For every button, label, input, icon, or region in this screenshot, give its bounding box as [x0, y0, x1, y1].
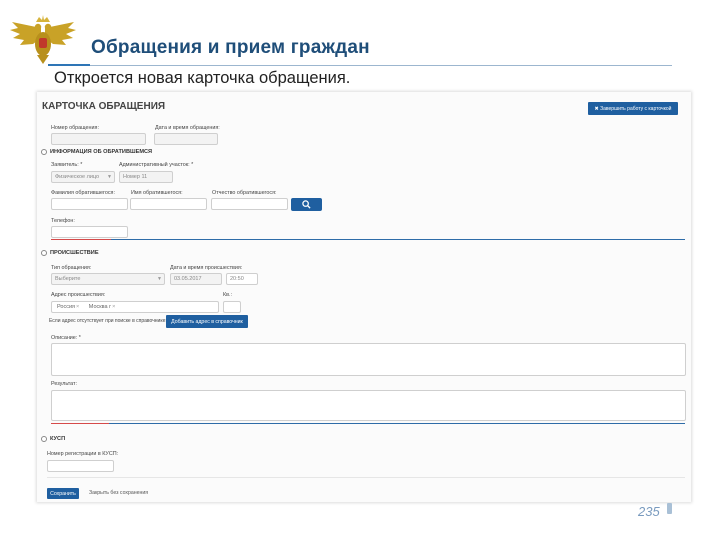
- card-title: КАРТОЧКА ОБРАЩЕНИЯ: [42, 101, 166, 112]
- description-label: Описание: *: [51, 335, 81, 341]
- address-hint: Если адрес отсутствует при поиске в спра…: [49, 318, 167, 324]
- applicant-select[interactable]: Физическое лицо ▼: [51, 171, 115, 183]
- kusp-registration-label: Номер регистрации в КУСП:: [47, 451, 119, 457]
- kusp-section-title: КУСП: [50, 436, 66, 442]
- incident-address-label: Адрес происшествия:: [51, 292, 106, 298]
- district-field[interactable]: Номер 11: [119, 171, 173, 183]
- search-button[interactable]: [291, 198, 322, 211]
- chevron-down-icon: ▼: [107, 174, 112, 180]
- surname-label: Фамилия обратившегося:: [51, 190, 115, 196]
- section-divider: [111, 239, 685, 240]
- incident-section-header[interactable]: ПРОИСШЕСТВИЕ: [41, 250, 99, 256]
- incident-date-field[interactable]: 03.05.2017: [170, 273, 222, 285]
- appeal-datetime-field[interactable]: [154, 133, 218, 145]
- close-without-saving-link[interactable]: Закрыть без сохранения: [89, 490, 148, 496]
- required-underline: [51, 423, 109, 424]
- name-label: Имя обратившегося:: [131, 190, 183, 196]
- apartment-field[interactable]: [223, 301, 241, 313]
- appeal-number-label: Номер обращения:: [51, 125, 99, 131]
- applicant-section-header[interactable]: ИНФОРМАЦИЯ ОБ ОБРАТИВШЕМСЯ: [41, 149, 152, 155]
- patronymic-field[interactable]: [211, 198, 288, 210]
- result-textarea[interactable]: [51, 390, 686, 421]
- section-divider: [109, 423, 685, 424]
- search-icon: [302, 200, 311, 209]
- appeal-number-field[interactable]: [51, 133, 146, 145]
- applicant-section-radio[interactable]: [41, 149, 47, 155]
- kusp-section-radio[interactable]: [41, 436, 47, 442]
- finish-work-button[interactable]: ✖ Завершить работу с карточкой: [588, 102, 678, 115]
- apartment-label: Кв.:: [223, 292, 232, 298]
- phone-field[interactable]: [51, 226, 128, 238]
- required-underline: [51, 239, 111, 240]
- kusp-section-header[interactable]: КУСП: [41, 436, 65, 442]
- phone-label: Телефон:: [51, 218, 75, 224]
- title-divider: [48, 65, 672, 66]
- footer-divider: [47, 477, 685, 478]
- name-field[interactable]: [130, 198, 207, 210]
- appeal-type-select[interactable]: Выберите ▼: [51, 273, 165, 285]
- incident-address-field[interactable]: Россия× Москва г×: [51, 301, 219, 313]
- save-button[interactable]: Сохранить: [47, 488, 79, 499]
- chevron-down-icon: ▼: [157, 276, 162, 282]
- kusp-registration-field[interactable]: [47, 460, 114, 472]
- district-label: Административный участок: *: [119, 162, 194, 168]
- appeal-type-label: Тип обращения:: [51, 265, 92, 271]
- patronymic-label: Отчество обратившегося:: [212, 190, 277, 196]
- incident-section-title: ПРОИСШЕСТВИЕ: [50, 250, 99, 256]
- page-number: 235: [638, 504, 660, 519]
- slide-subtitle: Откроется новая карточка обращения.: [54, 69, 351, 87]
- double-headed-eagle-emblem-icon: [8, 14, 78, 66]
- description-textarea[interactable]: [51, 343, 686, 376]
- page-marker: [667, 503, 672, 514]
- title-divider-accent: [48, 64, 90, 66]
- address-tag: Москва г×: [88, 304, 116, 310]
- add-address-button[interactable]: Добавить адрес в справочник: [166, 315, 248, 328]
- incident-section-radio[interactable]: [41, 250, 47, 256]
- appeal-datetime-label: Дата и время обращения:: [155, 125, 220, 131]
- applicant-section-title: ИНФОРМАЦИЯ ОБ ОБРАТИВШЕМСЯ: [50, 149, 153, 155]
- slide-title: Обращения и прием граждан: [91, 37, 370, 58]
- applicant-label: Заявитель: *: [51, 162, 83, 168]
- appeal-card-screenshot: КАРТОЧКА ОБРАЩЕНИЯ ✖ Завершить работу с …: [37, 92, 691, 502]
- address-tag: Россия×: [57, 304, 80, 310]
- surname-field[interactable]: [51, 198, 128, 210]
- result-label: Результат:: [51, 381, 78, 387]
- incident-time-field[interactable]: 20:50: [226, 273, 258, 285]
- incident-datetime-label: Дата и время происшествия:: [170, 265, 243, 271]
